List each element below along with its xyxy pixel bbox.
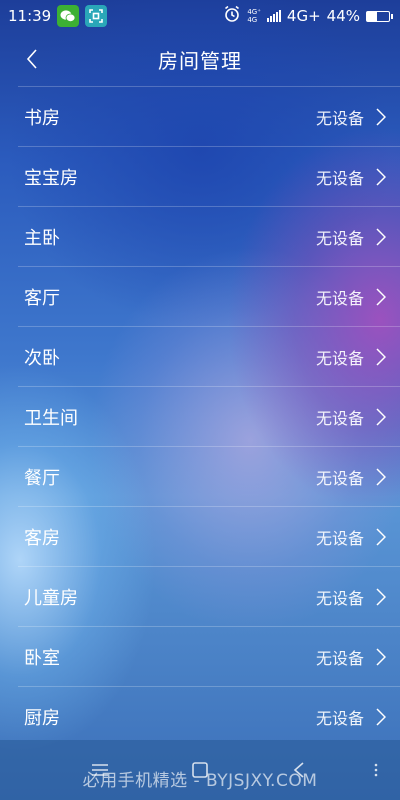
screenshot-icon xyxy=(85,5,108,27)
chevron-right-icon xyxy=(376,227,386,246)
room-right: 无设备 xyxy=(316,165,386,189)
chevron-right-icon xyxy=(376,707,386,726)
status-left: 11:39 xyxy=(8,5,108,27)
network-bottom-label: 4G xyxy=(247,16,258,24)
room-status: 无设备 xyxy=(315,648,364,668)
room-right: 无设备 xyxy=(316,285,386,309)
room-name: 宝宝房 xyxy=(24,167,78,189)
room-right: 无设备 xyxy=(316,585,386,609)
room-right: 无设备 xyxy=(316,105,386,129)
room-item[interactable]: 客房 无设备 xyxy=(18,506,400,566)
room-status: 无设备 xyxy=(315,588,364,608)
back-button[interactable] xyxy=(18,44,46,74)
room-item[interactable]: 主卧 无设备 xyxy=(18,206,400,266)
network-type: 4G+ xyxy=(286,7,321,25)
room-right: 无设备 xyxy=(316,465,386,489)
chevron-right-icon xyxy=(376,167,386,186)
chevron-right-icon xyxy=(376,587,386,606)
wechat-icon xyxy=(57,5,80,27)
room-item[interactable]: 宝宝房 无设备 xyxy=(18,146,400,206)
chevron-right-icon xyxy=(376,467,386,486)
room-item[interactable]: 卫生间 无设备 xyxy=(18,386,400,446)
chevron-right-icon xyxy=(376,287,386,306)
room-name: 卫生间 xyxy=(24,407,78,429)
room-right: 无设备 xyxy=(316,645,386,669)
room-status: 无设备 xyxy=(315,528,364,548)
room-name: 主卧 xyxy=(24,227,60,249)
room-list: 书房 无设备 宝宝房 无设备 主卧 无设备 客厅 无设备 次卧 无设备 卫生间 无设备 餐厅 无设备 客房无… xyxy=(18,86,400,746)
room-status: 无设备 xyxy=(315,108,364,128)
battery-icon xyxy=(366,10,393,22)
status-time: 11:39 xyxy=(8,7,52,25)
room-item[interactable]: 卧室 无设备 xyxy=(18,626,400,686)
network-small-label: 4G⁺ 4G xyxy=(247,8,261,24)
chevron-left-icon xyxy=(26,49,37,69)
room-right: 无设备 xyxy=(316,525,386,549)
room-name: 卧室 xyxy=(24,647,60,669)
room-item[interactable]: 儿童房 无设备 xyxy=(18,566,400,626)
chevron-right-icon xyxy=(376,527,386,546)
room-right: 无设备 xyxy=(316,345,386,369)
room-status: 无设备 xyxy=(315,408,364,428)
room-name: 次卧 xyxy=(24,347,60,369)
room-name: 餐厅 xyxy=(24,467,60,489)
room-item[interactable]: 厨房 无设备 xyxy=(18,686,400,746)
chevron-right-icon xyxy=(376,347,386,366)
network-top-label: 4G⁺ xyxy=(247,8,261,16)
header: 房间管理 xyxy=(0,32,400,86)
room-status: 无设备 xyxy=(315,468,364,488)
room-status: 无设备 xyxy=(315,228,364,248)
room-status: 无设备 xyxy=(315,288,364,308)
room-item[interactable]: 次卧 无设备 xyxy=(18,326,400,386)
chevron-right-icon xyxy=(376,107,386,126)
room-right: 无设备 xyxy=(316,705,386,729)
watermark: 必用手机精选 - BYJSJXY.COM xyxy=(82,771,318,791)
signal-icon xyxy=(266,10,281,22)
room-name: 儿童房 xyxy=(24,587,78,609)
room-status: 无设备 xyxy=(315,708,364,728)
status-bar: 11:39 4G⁺ 4G 4G+ 44% xyxy=(0,0,400,32)
room-right: 无设备 xyxy=(316,225,386,249)
chevron-right-icon xyxy=(376,647,386,666)
page-title: 房间管理 xyxy=(158,48,242,73)
room-status: 无设备 xyxy=(315,168,364,188)
room-name: 厨房 xyxy=(24,707,60,729)
room-item[interactable]: 餐厅 无设备 xyxy=(18,446,400,506)
battery-percent: 44% xyxy=(326,7,360,25)
room-name: 书房 xyxy=(24,107,60,129)
room-item[interactable]: 书房 无设备 xyxy=(18,86,400,146)
alarm-icon xyxy=(223,5,241,27)
room-right: 无设备 xyxy=(316,405,386,429)
room-name: 客房 xyxy=(24,527,60,549)
status-right: 4G⁺ 4G 4G+ 44% xyxy=(223,5,393,27)
chevron-right-icon xyxy=(376,407,386,426)
room-name: 客厅 xyxy=(24,287,60,309)
room-status: 无设备 xyxy=(315,348,364,368)
room-item[interactable]: 客厅 无设备 xyxy=(18,266,400,326)
